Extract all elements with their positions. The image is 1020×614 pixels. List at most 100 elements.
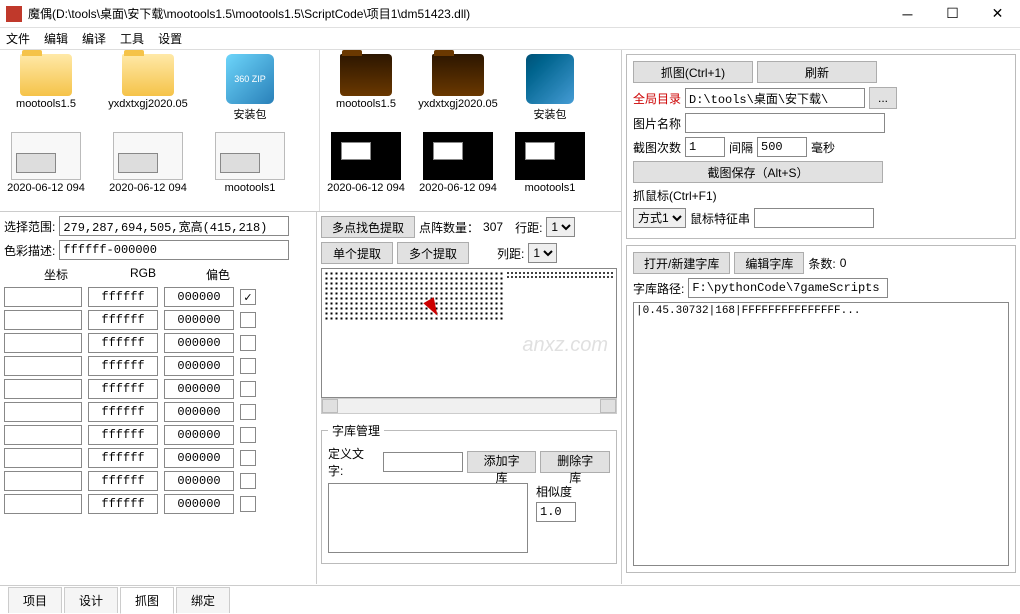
row-checkbox[interactable]: [240, 450, 256, 466]
offset-input[interactable]: [164, 425, 234, 445]
coord-input[interactable]: [4, 471, 82, 491]
capture-button[interactable]: 抓图(Ctrl+1): [633, 61, 753, 83]
row-checkbox[interactable]: [240, 427, 256, 443]
refresh-button[interactable]: 刷新: [757, 61, 877, 83]
coord-input[interactable]: [4, 448, 82, 468]
coord-input[interactable]: [4, 310, 82, 330]
lib-path-input[interactable]: [688, 278, 888, 298]
browse-button[interactable]: ...: [869, 87, 897, 109]
offset-input[interactable]: [164, 494, 234, 514]
coord-input[interactable]: [4, 333, 82, 353]
rgb-input[interactable]: [88, 287, 158, 307]
offset-input[interactable]: [164, 333, 234, 353]
interval-input[interactable]: [757, 137, 807, 157]
row-checkbox[interactable]: [240, 404, 256, 420]
capture-count-input[interactable]: [685, 137, 725, 157]
coord-input[interactable]: [4, 287, 82, 307]
folder-item[interactable]: mootools1.5: [4, 54, 88, 122]
row-dist-select[interactable]: 1: [546, 217, 575, 237]
offset-input[interactable]: [164, 287, 234, 307]
menu-item[interactable]: 工具: [120, 30, 144, 47]
coord-input[interactable]: [4, 425, 82, 445]
folder-item[interactable]: mootools1: [208, 132, 292, 194]
single-extract-button[interactable]: 单个提取: [321, 242, 393, 264]
delete-font-lib-button[interactable]: 删除字库: [540, 451, 610, 473]
mode-select[interactable]: 方式1: [633, 208, 686, 228]
tab-项目[interactable]: 项目: [8, 587, 62, 613]
close-button[interactable]: ✕: [975, 0, 1020, 28]
folder-item[interactable]: mootools1.5: [324, 54, 408, 122]
edit-font-lib-button[interactable]: 编辑字库: [734, 252, 804, 274]
coord-input[interactable]: [4, 494, 82, 514]
offset-input[interactable]: [164, 310, 234, 330]
menu-item[interactable]: 编辑: [44, 30, 68, 47]
list-item[interactable]: |0.45.30732|168|FFFFFFFFFFFFFFF...: [636, 305, 1006, 317]
row-checkbox[interactable]: [240, 335, 256, 351]
folder-item[interactable]: yxdxtxgj2020.05: [416, 54, 500, 122]
menu-item[interactable]: 设置: [158, 30, 182, 47]
minimize-button[interactable]: ─: [885, 0, 930, 28]
horizontal-scrollbar[interactable]: [321, 398, 617, 414]
tab-抓图[interactable]: 抓图: [120, 587, 174, 614]
mouse-feature-label: 鼠标特征串: [690, 210, 750, 227]
row-checkbox[interactable]: [240, 496, 256, 512]
row-checkbox[interactable]: [240, 473, 256, 489]
global-dir-input[interactable]: [685, 88, 865, 108]
tab-绑定[interactable]: 绑定: [176, 587, 230, 613]
folder-name: 2020-06-12 094: [4, 182, 88, 194]
menu-item[interactable]: 文件: [6, 30, 30, 47]
font-mgmt-legend: 字库管理: [328, 422, 384, 439]
similarity-input[interactable]: [536, 502, 576, 522]
offset-input[interactable]: [164, 379, 234, 399]
rgb-input[interactable]: [88, 356, 158, 376]
menu-item[interactable]: 编译: [82, 30, 106, 47]
offset-input[interactable]: [164, 448, 234, 468]
offset-input[interactable]: [164, 402, 234, 422]
folder-item[interactable]: yxdxtxgj2020.05: [106, 54, 190, 122]
img-name-input[interactable]: [685, 113, 885, 133]
define-text-input[interactable]: [383, 452, 463, 472]
folder-item[interactable]: 2020-06-12 094: [324, 132, 408, 194]
folder-item[interactable]: 安装包: [508, 54, 592, 122]
folder-item[interactable]: mootools1: [508, 132, 592, 194]
rgb-input[interactable]: [88, 425, 158, 445]
offset-input[interactable]: [164, 356, 234, 376]
rgb-input[interactable]: [88, 471, 158, 491]
multi-find-color-button[interactable]: 多点找色提取: [321, 216, 415, 238]
mouse-feature-input[interactable]: [754, 208, 874, 228]
row-checkbox[interactable]: [240, 381, 256, 397]
folder-name: 2020-06-12 094: [416, 182, 500, 194]
multi-extract-button[interactable]: 多个提取: [397, 242, 469, 264]
font-lib-listbox[interactable]: |0.45.30732|168|FFFFFFFFFFFFFFF...: [633, 302, 1009, 566]
row-checkbox[interactable]: [240, 358, 256, 374]
folder-item[interactable]: 2020-06-12 094: [416, 132, 500, 194]
select-range-input[interactable]: [59, 216, 289, 236]
add-font-lib-button[interactable]: 添加字库: [467, 451, 537, 473]
save-screenshot-button[interactable]: 截图保存（Alt+S）: [633, 161, 883, 183]
tab-设计[interactable]: 设计: [64, 587, 118, 613]
rgb-input[interactable]: [88, 402, 158, 422]
maximize-button[interactable]: ☐: [930, 0, 975, 28]
dot-matrix-canvas[interactable]: anxz.com: [321, 268, 617, 398]
folder-item[interactable]: 360 ZIP安装包: [208, 54, 292, 122]
offset-input[interactable]: [164, 471, 234, 491]
rgb-input[interactable]: [88, 494, 158, 514]
folder-item[interactable]: 2020-06-12 094: [106, 132, 190, 194]
row-checkbox[interactable]: [240, 312, 256, 328]
file-browser-right[interactable]: mootools1.5yxdxtxgj2020.05安装包 2020-06-12 …: [320, 50, 621, 211]
file-browser-left[interactable]: mootools1.5 yxdxtxgj2020.05 360 ZIP安装包 2020…: [0, 50, 320, 211]
coord-input[interactable]: [4, 379, 82, 399]
font-textarea[interactable]: [328, 483, 528, 553]
color-desc-input[interactable]: [59, 240, 289, 260]
col-dist-select[interactable]: 1: [528, 243, 557, 263]
row-checkbox[interactable]: ✓: [240, 289, 256, 305]
coord-input[interactable]: [4, 356, 82, 376]
rgb-input[interactable]: [88, 333, 158, 353]
rgb-input[interactable]: [88, 379, 158, 399]
coord-input[interactable]: [4, 402, 82, 422]
open-font-lib-button[interactable]: 打开/新建字库: [633, 252, 730, 274]
rgb-input[interactable]: [88, 448, 158, 468]
folder-icon: [432, 54, 484, 96]
rgb-input[interactable]: [88, 310, 158, 330]
folder-item[interactable]: 2020-06-12 094: [4, 132, 88, 194]
